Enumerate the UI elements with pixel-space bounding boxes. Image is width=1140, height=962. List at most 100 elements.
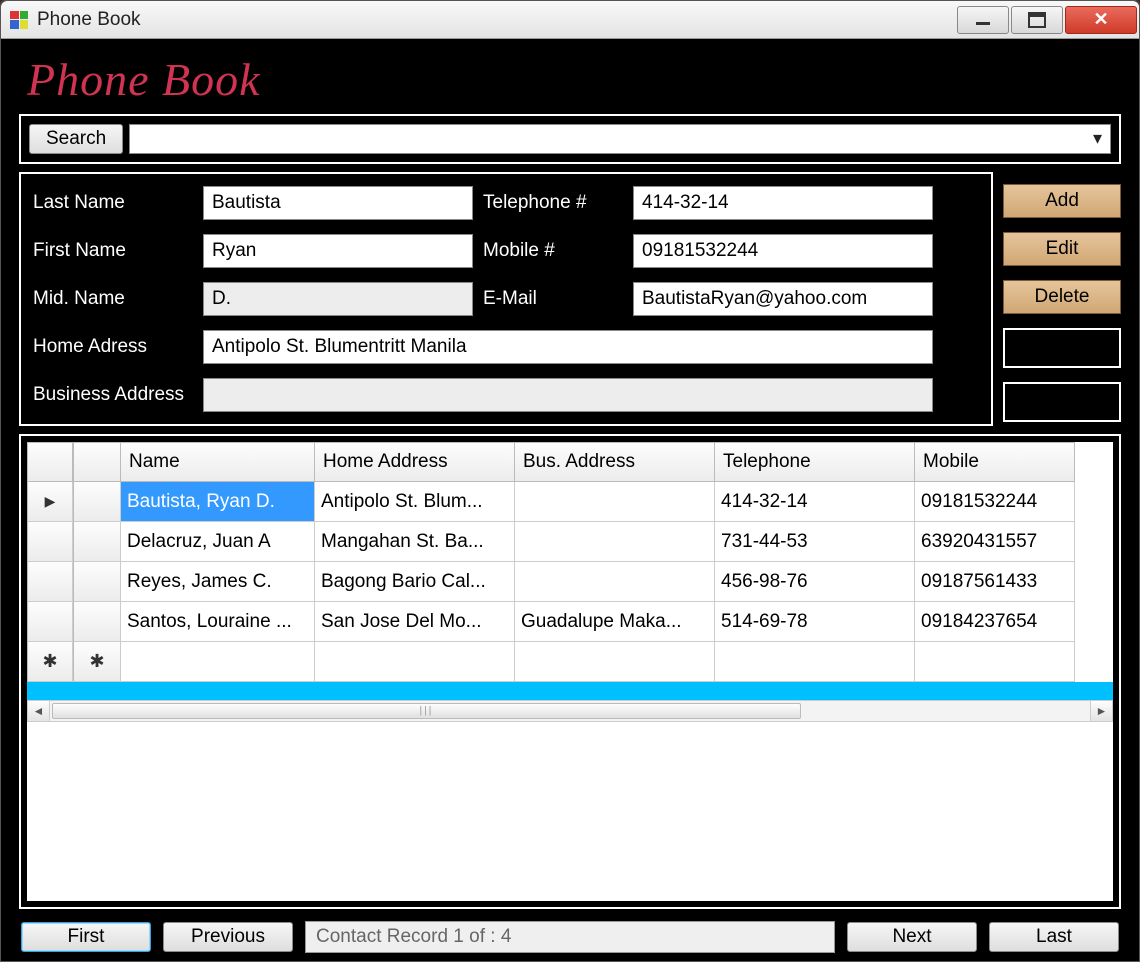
cell-home[interactable]: Mangahan St. Ba...: [315, 522, 515, 562]
record-status: Contact Record 1 of : 4: [305, 921, 835, 953]
last-button[interactable]: Last: [989, 922, 1119, 952]
record-navigator: First Previous Contact Record 1 of : 4 N…: [19, 917, 1121, 953]
first-name-label: First Name: [33, 240, 193, 262]
col-name[interactable]: Name: [121, 442, 315, 482]
mobile-label: Mobile #: [483, 240, 623, 262]
grid-header: Name Home Address Bus. Address Telephone…: [27, 442, 1113, 482]
first-button[interactable]: First: [21, 922, 151, 952]
cell-bus[interactable]: [515, 482, 715, 522]
last-name-input[interactable]: [203, 186, 473, 220]
grid-corner-1[interactable]: [27, 442, 73, 482]
cell-bus[interactable]: [515, 562, 715, 602]
cell-tel[interactable]: 414-32-14: [715, 482, 915, 522]
window-title: Phone Book: [37, 9, 957, 31]
home-address-label: Home Adress: [33, 336, 193, 358]
cell-empty[interactable]: [915, 642, 1075, 682]
col-mobile[interactable]: Mobile: [915, 442, 1075, 482]
row-header[interactable]: [73, 522, 121, 562]
search-button[interactable]: Search: [29, 124, 123, 154]
mid-name-label: Mid. Name: [33, 288, 193, 310]
mid-name-input[interactable]: [203, 282, 473, 316]
table-row[interactable]: Bautista, Ryan D.Antipolo St. Blum... 414…: [27, 482, 1113, 522]
edit-button[interactable]: Edit: [1003, 232, 1121, 266]
grid-corner-2[interactable]: [73, 442, 121, 482]
cell-empty[interactable]: [121, 642, 315, 682]
cell-bus[interactable]: Guadalupe Maka...: [515, 602, 715, 642]
next-button[interactable]: Next: [847, 922, 977, 952]
cell-name[interactable]: Delacruz, Juan A: [121, 522, 315, 562]
minimize-button[interactable]: [957, 6, 1009, 34]
cell-name[interactable]: Santos, Louraine ...: [121, 602, 315, 642]
cell-tel[interactable]: 514-69-78: [715, 602, 915, 642]
mobile-input[interactable]: [633, 234, 933, 268]
scroll-thumb[interactable]: [52, 703, 801, 719]
action-buttons: Add Edit Delete: [1003, 172, 1121, 426]
row-indicator[interactable]: [27, 522, 73, 562]
table-new-row[interactable]: [27, 642, 1113, 682]
last-name-label: Last Name: [33, 192, 193, 214]
cell-mob[interactable]: 09184237654: [915, 602, 1075, 642]
blank-slot-2: [1003, 382, 1121, 422]
row-indicator[interactable]: [27, 562, 73, 602]
blank-slot-1: [1003, 328, 1121, 368]
row-header[interactable]: [73, 482, 121, 522]
row-indicator[interactable]: [27, 602, 73, 642]
close-button[interactable]: ✕: [1065, 6, 1137, 34]
cell-name[interactable]: Reyes, James C.: [121, 562, 315, 602]
form-area: Last Name Telephone # First Name Mobile …: [19, 172, 1121, 426]
cell-home[interactable]: Bagong Bario Cal...: [315, 562, 515, 602]
cell-mob[interactable]: 09187561433: [915, 562, 1075, 602]
telephone-label: Telephone #: [483, 192, 623, 214]
first-name-input[interactable]: [203, 234, 473, 268]
cell-bus[interactable]: [515, 522, 715, 562]
app-window: Phone Book ✕ Phone Book Search Last Name…: [0, 0, 1140, 962]
cell-tel[interactable]: 456-98-76: [715, 562, 915, 602]
scroll-track[interactable]: [50, 701, 1090, 721]
app-icon: [9, 10, 29, 30]
cell-empty[interactable]: [715, 642, 915, 682]
cell-name[interactable]: Bautista, Ryan D.: [121, 482, 315, 522]
cell-mob[interactable]: 09181532244: [915, 482, 1075, 522]
telephone-input[interactable]: [633, 186, 933, 220]
previous-button[interactable]: Previous: [163, 922, 293, 952]
row-indicator[interactable]: [27, 482, 73, 522]
col-bus-address[interactable]: Bus. Address: [515, 442, 715, 482]
search-panel: Search: [19, 114, 1121, 164]
titlebar[interactable]: Phone Book ✕: [1, 1, 1139, 39]
contact-form: Last Name Telephone # First Name Mobile …: [19, 172, 993, 426]
cell-empty[interactable]: [315, 642, 515, 682]
row-header[interactable]: [73, 562, 121, 602]
grid-body: Bautista, Ryan D.Antipolo St. Blum... 414…: [27, 482, 1113, 682]
home-address-input[interactable]: [203, 330, 933, 364]
business-address-label: Business Address: [33, 384, 193, 406]
row-header[interactable]: [73, 602, 121, 642]
grid-selection-bar: [27, 682, 1113, 700]
row-header[interactable]: [73, 642, 121, 682]
cell-tel[interactable]: 731-44-53: [715, 522, 915, 562]
cell-home[interactable]: Antipolo St. Blum...: [315, 482, 515, 522]
email-input[interactable]: [633, 282, 933, 316]
maximize-button[interactable]: [1011, 6, 1063, 34]
app-logo: Phone Book: [19, 49, 1121, 106]
col-home-address[interactable]: Home Address: [315, 442, 515, 482]
grid-horizontal-scrollbar[interactable]: ◄ ►: [27, 700, 1113, 722]
table-row[interactable]: Santos, Louraine ...San Jose Del Mo...Gu…: [27, 602, 1113, 642]
search-combobox[interactable]: [129, 124, 1111, 154]
delete-button[interactable]: Delete: [1003, 280, 1121, 314]
grid-panel: Name Home Address Bus. Address Telephone…: [19, 434, 1121, 909]
col-telephone[interactable]: Telephone: [715, 442, 915, 482]
new-row-indicator[interactable]: [27, 642, 73, 682]
client-area: Phone Book Search Last Name Telephone # …: [1, 39, 1139, 961]
window-controls: ✕: [957, 6, 1137, 34]
scroll-right-icon[interactable]: ►: [1090, 701, 1112, 721]
table-row[interactable]: Delacruz, Juan AMangahan St. Ba... 731-44…: [27, 522, 1113, 562]
cell-empty[interactable]: [515, 642, 715, 682]
business-address-input[interactable]: [203, 378, 933, 412]
contacts-grid[interactable]: Name Home Address Bus. Address Telephone…: [27, 442, 1113, 901]
add-button[interactable]: Add: [1003, 184, 1121, 218]
cell-mob[interactable]: 63920431557: [915, 522, 1075, 562]
cell-home[interactable]: San Jose Del Mo...: [315, 602, 515, 642]
email-label: E-Mail: [483, 288, 623, 310]
scroll-left-icon[interactable]: ◄: [28, 701, 50, 721]
table-row[interactable]: Reyes, James C.Bagong Bario Cal... 456-98…: [27, 562, 1113, 602]
